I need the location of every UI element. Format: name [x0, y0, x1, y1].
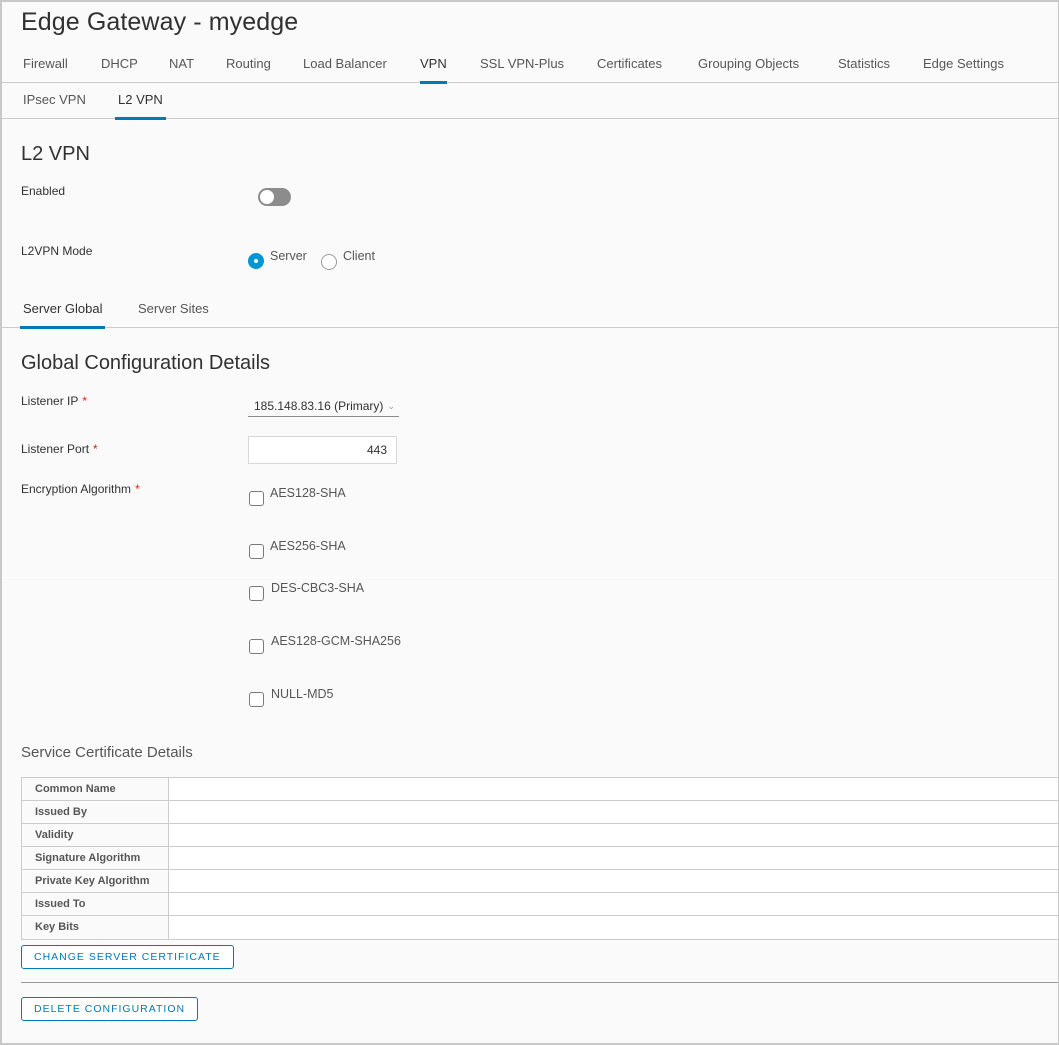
section-seam: [2, 577, 1058, 578]
listener-port-input[interactable]: 443: [248, 436, 397, 464]
tab-vpn[interactable]: VPN: [420, 47, 447, 84]
table-row: Key Bits: [22, 916, 1058, 939]
label-aes128-sha[interactable]: AES128-SHA: [270, 486, 346, 500]
listener-port-label: Listener Port *: [21, 442, 98, 456]
divider: [21, 982, 1058, 983]
row-key: Validity: [22, 824, 169, 846]
l2vpn-mode-label: L2VPN Mode: [21, 244, 93, 258]
row-key: Signature Algorithm: [22, 847, 169, 869]
tab-grouping-objects[interactable]: Grouping Objects: [698, 47, 799, 83]
row-value: [169, 824, 1058, 846]
delete-configuration-button[interactable]: DELETE CONFIGURATION: [21, 997, 199, 1021]
mode-server-label[interactable]: Server: [270, 249, 307, 263]
encryption-algorithm-label: Encryption Algorithm *: [21, 482, 140, 496]
checkbox-des-cbc3-sha[interactable]: [249, 586, 264, 601]
listener-ip-select[interactable]: 185.148.83.16 (Primary) ⌄: [248, 395, 399, 417]
checkbox-aes128-gcm-sha256[interactable]: [249, 639, 264, 654]
listener-ip-label-text: Listener IP: [21, 394, 79, 408]
row-value: [169, 916, 1058, 939]
table-row: Common Name: [22, 778, 1058, 801]
listener-ip-label: Listener IP *: [21, 394, 87, 408]
label-null-md5[interactable]: NULL-MD5: [271, 687, 334, 701]
listener-ip-value: 185.148.83.16 (Primary): [254, 399, 384, 413]
toggle-knob: [260, 190, 274, 204]
table-row: Issued To: [22, 893, 1058, 916]
certificate-section-title: Service Certificate Details: [21, 744, 193, 761]
required-marker: *: [93, 442, 98, 456]
certificate-details-table: Common Name Issued By Validity Signature…: [21, 777, 1058, 940]
row-key: Key Bits: [22, 916, 169, 939]
tab-nat[interactable]: NAT: [169, 47, 194, 83]
checkbox-aes128-sha[interactable]: [249, 491, 264, 506]
row-value: [169, 778, 1058, 800]
table-row: Signature Algorithm: [22, 847, 1058, 870]
row-value: [169, 870, 1058, 892]
checkbox-null-md5[interactable]: [249, 692, 264, 707]
mode-client-radio[interactable]: [321, 254, 337, 270]
server-tab-bar: Server Global Server Sites: [2, 292, 1058, 329]
l2vpn-section-title: L2 VPN: [21, 143, 90, 165]
row-key: Common Name: [22, 778, 169, 800]
table-row: Validity: [22, 824, 1058, 847]
chevron-down-icon: ⌄: [387, 401, 395, 411]
tab-ipsec-vpn[interactable]: IPsec VPN: [23, 83, 86, 119]
tab-routing[interactable]: Routing: [226, 47, 271, 83]
row-key: Private Key Algorithm: [22, 870, 169, 892]
required-marker: *: [82, 394, 88, 408]
label-des-cbc3-sha[interactable]: DES-CBC3-SHA: [271, 581, 364, 595]
tab-statistics[interactable]: Statistics: [838, 47, 890, 83]
tab-ssl-vpn-plus[interactable]: SSL VPN-Plus: [480, 47, 564, 83]
listener-port-label-text: Listener Port: [21, 442, 90, 456]
row-value: [169, 801, 1058, 823]
row-value: [169, 847, 1058, 869]
label-aes256-sha[interactable]: AES256-SHA: [270, 539, 346, 553]
mode-client-label[interactable]: Client: [343, 249, 375, 263]
tab-server-sites[interactable]: Server Sites: [138, 292, 209, 328]
tab-load-balancer[interactable]: Load Balancer: [303, 47, 387, 83]
tab-certificates[interactable]: Certificates: [597, 47, 662, 83]
global-config-title: Global Configuration Details: [21, 352, 271, 374]
change-server-certificate-button[interactable]: CHANGE SERVER CERTIFICATE: [21, 945, 234, 969]
main-tab-bar: Firewall DHCP NAT Routing Load Balancer …: [2, 47, 1058, 84]
row-key: Issued To: [22, 893, 169, 915]
edge-gateway-panel: Edge Gateway - myedge Firewall DHCP NAT …: [2, 2, 1059, 1043]
enabled-label: Enabled: [21, 184, 66, 198]
tab-server-global[interactable]: Server Global: [20, 292, 106, 329]
row-value: [169, 893, 1058, 915]
tab-edge-settings[interactable]: Edge Settings: [923, 47, 1004, 83]
encryption-algorithm-label-text: Encryption Algorithm: [21, 482, 132, 496]
table-row: Issued By: [22, 801, 1058, 824]
required-marker: *: [135, 482, 140, 496]
label-aes128-gcm-sha256[interactable]: AES128-GCM-SHA256: [271, 634, 401, 648]
checkbox-aes256-sha[interactable]: [249, 544, 264, 559]
vpn-sub-tab-bar: IPsec VPN L2 VPN: [2, 83, 1058, 120]
table-row: Private Key Algorithm: [22, 870, 1058, 893]
tab-l2-vpn[interactable]: L2 VPN: [115, 83, 166, 120]
row-key: Issued By: [22, 801, 169, 823]
tab-dhcp[interactable]: DHCP: [101, 47, 138, 83]
enabled-toggle[interactable]: [258, 188, 291, 206]
page-title: Edge Gateway - myedge: [21, 8, 299, 36]
tab-firewall[interactable]: Firewall: [23, 47, 68, 83]
mode-server-radio[interactable]: [248, 253, 264, 269]
